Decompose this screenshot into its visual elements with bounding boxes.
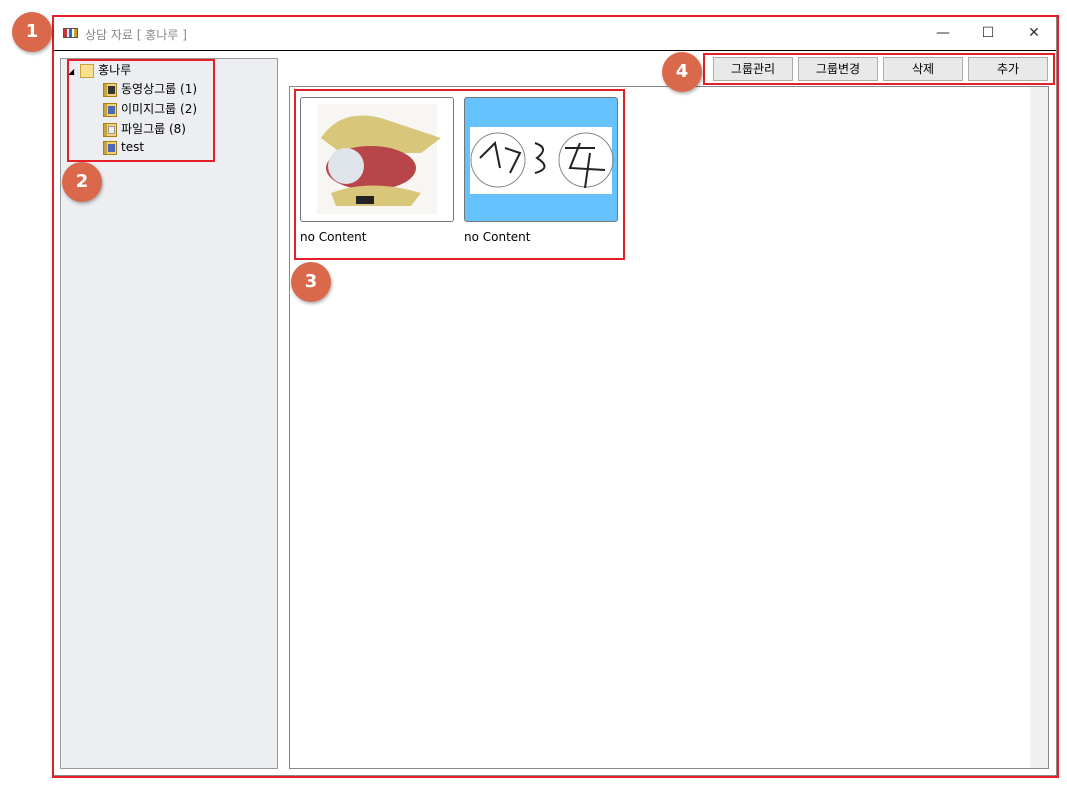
callout-badge-2: 2 [62,162,102,202]
highlight-content [294,89,625,260]
highlight-tree [67,59,215,162]
callout-badge-1: 1 [12,12,52,52]
callout-badge-4: 4 [662,52,702,92]
highlight-toolbar [703,53,1055,85]
callout-badge-3: 3 [291,262,331,302]
